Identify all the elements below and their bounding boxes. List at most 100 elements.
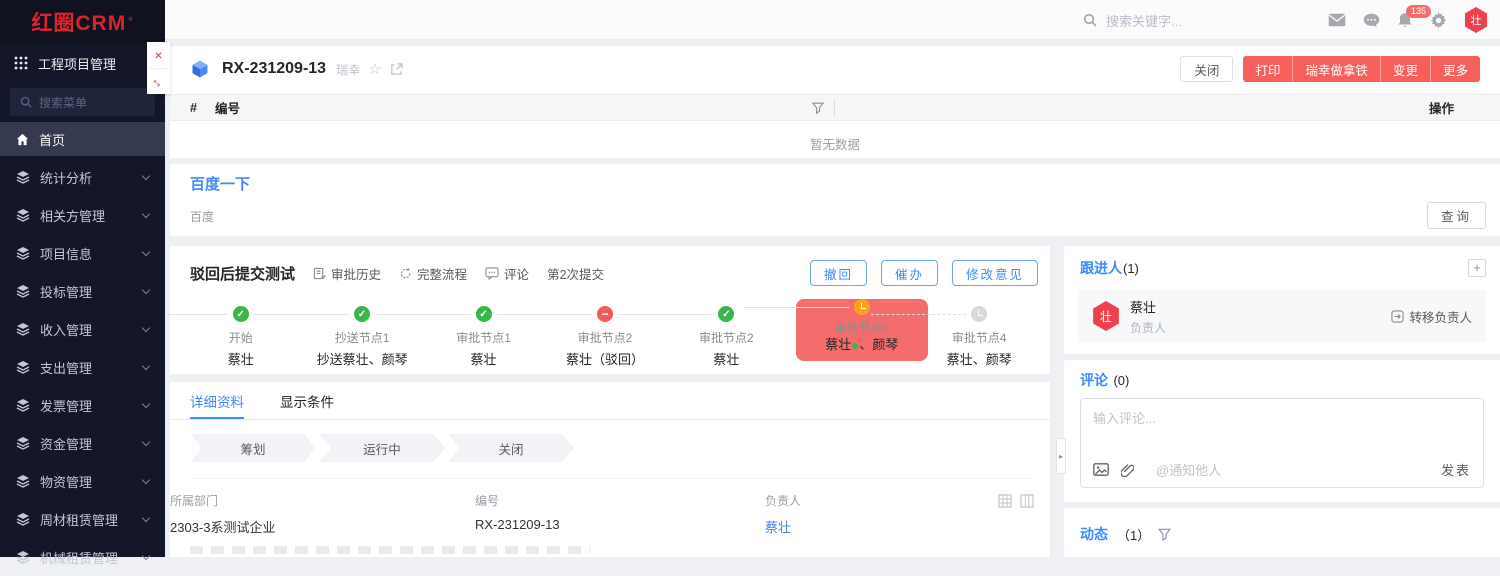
table-header: # 编号 操作 [170,94,1500,121]
search-icon [1083,13,1097,27]
post-comment-button[interactable]: 发表 [1441,460,1471,479]
activity-count: （1） [1117,525,1150,544]
sidebar-item-label: 首页 [39,130,65,149]
modify-opinion-button[interactable]: 修改意见 [952,260,1038,286]
approval-history-link[interactable]: 审批历史 [313,264,381,283]
query-button[interactable]: 查询 [1427,202,1486,229]
sidebar-item-label: 物资管理 [40,472,133,491]
grid-view-icon[interactable] [998,494,1012,508]
field-value: 2303-3系测试企业 [170,517,275,536]
sidebar-item[interactable]: 项目信息 [0,234,165,272]
comment-link[interactable]: 评论 [485,264,529,283]
sidebar-item[interactable]: 物资管理 [0,462,165,500]
cube-icon [190,59,210,79]
comment-placeholder: 输入评论... [1093,408,1156,427]
chevron-down-icon [142,361,150,369]
sidebar-item[interactable]: 周材租赁管理 [0,500,165,538]
step-person-name: 蔡壮、颜琴 [947,352,1012,367]
baidu-link[interactable]: 百度一下 [190,173,250,194]
global-search-input[interactable]: 搜索关键字... [1083,0,1182,40]
step-person-name: 蔡壮 [228,352,254,367]
paperclip-icon[interactable] [1121,463,1134,477]
step-status-icon [718,306,734,322]
sidebar-item-home[interactable]: 首页 [0,122,165,156]
filter-funnel-icon[interactable] [812,102,824,114]
activity-filter-icon[interactable] [1158,528,1171,541]
sidebar-item[interactable]: 支出管理 [0,348,165,386]
notify-others-placeholder[interactable]: @通知他人 [1156,460,1221,479]
full-flow-link[interactable]: 完整流程 [399,264,467,283]
follower-role: 负责人 [1130,319,1166,336]
step-person-name: 蔡壮 [825,337,851,352]
sidebar-item-label: 投标管理 [40,282,133,301]
close-button[interactable]: 关闭 [1180,56,1233,82]
chevron-down-icon [142,399,150,407]
transfer-owner-button[interactable]: 转移负责人 [1391,307,1472,326]
stage-chevron[interactable]: 筹划 [190,434,316,462]
bell-icon[interactable]: 135 [1397,12,1413,29]
star-icon[interactable]: ☆ [368,60,381,78]
record-tag: 瑞幸 [336,61,360,78]
sidebar-search-input[interactable]: 搜索菜单 [10,88,155,116]
approval-step: 审批节点2 蔡壮 [666,306,787,368]
comment-link-label: 评论 [504,264,529,283]
detail-field: 负责人 蔡壮 [765,492,801,536]
col-action: 操作 [1429,98,1480,117]
approval-step: 审批节点4 蔡壮、颜琴 [919,306,1040,368]
detail-tab[interactable]: 显示条件 [280,382,334,419]
sidebar-menu: 统计分析 相关方管理 项目信息 [0,158,165,576]
app-switcher[interactable]: 工程项目管理 [0,44,165,82]
layers-icon [16,284,30,298]
topbar-icons: 135 壮 [1328,0,1488,40]
step-person: 蔡壮（驳回） [544,349,665,368]
chat-icon[interactable] [1363,13,1380,28]
sidebar-item[interactable]: 机械租赁管理 [0,538,165,576]
add-follower-button[interactable]: + [1468,259,1486,277]
brand-logo-sup: ° [128,16,133,28]
follower-avatar: 壮 [1092,301,1120,331]
sidebar-item[interactable]: 资金管理 [0,424,165,462]
divider [190,478,1030,479]
change-button[interactable]: 变更 [1380,56,1430,82]
withdraw-button[interactable]: 撤回 [810,260,867,286]
action-button-group: 打印 瑞幸做拿铁 变更 更多 [1243,56,1480,82]
baidu-field-label: 百度 [190,208,214,225]
apps-grid-icon [14,56,28,70]
step-person: 蔡壮 [423,349,544,368]
sidebar-item[interactable]: 收入管理 [0,310,165,348]
tab-label: 详细资料 [190,391,244,411]
external-link-icon[interactable] [390,63,403,76]
sidebar-item[interactable]: 相关方管理 [0,196,165,234]
expand-window-icon[interactable]: ↔ [147,68,170,94]
brand-logo: 红圈CRM° [0,0,165,44]
layers-icon [16,170,30,184]
panel-collapse-handle[interactable]: ▸ [1056,438,1066,474]
urge-button[interactable]: 催办 [881,260,938,286]
follower-name: 蔡壮 [1130,297,1166,316]
sidebar-item[interactable]: 统计分析 [0,158,165,196]
detail-tab[interactable]: 详细资料 [190,382,244,419]
user-avatar[interactable]: 壮 [1464,7,1488,33]
detail-tabs: 详细资料 显示条件 [170,382,1050,420]
app-title: 工程项目管理 [38,54,116,73]
detail-field: 编号 RX-231209-13 [475,492,560,532]
print-button[interactable]: 打印 [1243,56,1292,82]
sidebar-item[interactable]: 投标管理 [0,272,165,310]
close-window-icon[interactable]: × [147,42,170,68]
empty-table-text: 暂无数据 [170,134,1500,153]
stage-chevron[interactable]: 关闭 [448,434,574,462]
step-person-name: 蔡壮 [471,352,497,367]
comment-input[interactable]: 输入评论... @通知他人 发表 [1080,398,1484,488]
gear-icon[interactable] [1430,12,1447,29]
detail-card: 详细资料 显示条件 筹划 运行中 关闭 编号 RX-231209-13 负责人 … [170,382,1050,557]
approval-step: 审批节点1 蔡壮 [423,306,544,368]
mail-icon[interactable] [1328,13,1346,27]
more-button[interactable]: 更多 [1430,56,1480,82]
sidebar-item[interactable]: 发票管理 [0,386,165,424]
followers-card: 跟进人 (1) + 壮 蔡壮 负责人 转移负责人 [1064,246,1500,354]
step-name: 抄送节点1 [301,329,422,346]
custom-action-button[interactable]: 瑞幸做拿铁 [1292,56,1380,82]
image-attach-icon[interactable] [1093,463,1109,476]
stage-chevron[interactable]: 运行中 [319,434,445,462]
column-view-icon[interactable] [1020,494,1034,508]
